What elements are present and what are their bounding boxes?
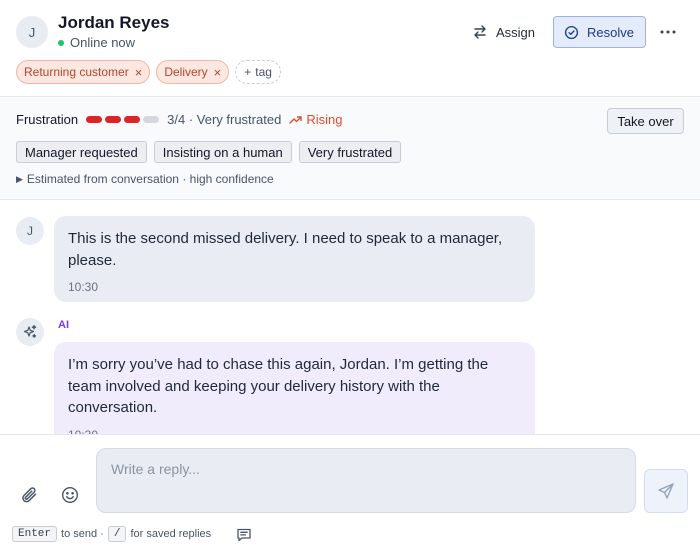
contact-avatar: J [16,16,48,48]
reply-composer: Enter to send · / for saved replies [0,434,700,560]
meter-segment [143,116,160,123]
disclosure-triangle-icon: ▶ [16,173,23,184]
message-time: 10:30 [68,280,99,294]
signal-chip: Manager requested [16,141,147,163]
online-indicator [58,39,64,46]
reply-input[interactable] [96,448,636,513]
estimate-text: Estimated from conversation · high confi… [26,172,274,186]
take-over-button[interactable]: Take over [607,108,684,134]
tag-returning-customer: Returning customer × [16,60,151,84]
swap-arrows-icon [474,25,486,39]
frustration-signals: Manager requested Insisting on a human V… [16,141,402,163]
send-icon [658,483,674,499]
check-circle-icon [564,25,579,39]
message-text: I’m sorry you’ve had to chase this again… [68,356,489,416]
saved-replies-hint-text: for saved replies [130,528,212,540]
assign-label: Assign [496,24,536,40]
remove-tag-icon[interactable]: × [135,66,143,79]
signal-chip: Insisting on a human [153,141,292,163]
emoji-icon[interactable] [60,485,80,505]
tag-label: Returning customer [24,65,129,79]
sparkles-icon [23,324,37,338]
plus-icon: + [244,65,252,79]
ai-sender-label: AI [58,319,69,331]
tag-label: Delivery [164,65,208,79]
frustration-meter [86,116,160,123]
add-tag-button[interactable]: + tag [235,60,281,84]
keyboard-hint: Enter to send · / for saved replies [12,526,211,542]
slash-key: / [107,526,127,542]
message-text: This is the second missed delivery. I ne… [68,230,503,269]
message-time: 10:30 [68,425,521,435]
assign-button[interactable]: Assign [466,18,541,46]
send-hint-text: to send · [61,528,104,540]
frustration-level: 3/4 · Very frustrated [167,112,282,127]
paperclip-icon[interactable] [20,485,40,505]
user-message-bubble: This is the second missed delivery. I ne… [54,216,535,302]
conversation-header: J Jordan Reyes Online now Assign Resolve… [0,0,700,97]
estimate-disclosure[interactable]: ▶ Estimated from conversation · high con… [16,172,274,186]
frustration-trend: Rising [289,112,342,127]
status-text: Online now [70,35,136,50]
meter-segment [124,116,141,123]
user-avatar: J [16,217,44,245]
more-options-button[interactable] [656,22,680,42]
add-tag-label: tag [255,65,272,79]
message-thread[interactable]: J This is the second missed delivery. I … [0,200,700,434]
saved-replies-icon[interactable] [236,527,252,543]
meter-segment [86,116,103,123]
send-button[interactable] [644,469,688,513]
meter-segment [105,116,122,123]
tag-list: Returning customer × Delivery × + tag [16,60,281,84]
contact-name: Jordan Reyes [58,13,170,32]
enter-key: Enter [12,526,58,542]
signal-chip: Very frustrated [298,141,402,163]
remove-tag-icon[interactable]: × [214,66,222,79]
resolve-button[interactable]: Resolve [553,16,646,48]
frustration-label: Frustration [16,112,79,127]
trending-up-icon [289,115,303,124]
tag-delivery: Delivery × [156,60,230,84]
ai-avatar [16,318,44,346]
ai-message-bubble: I’m sorry you’ve had to chase this again… [54,342,535,434]
contact-status: Online now [58,35,135,50]
frustration-panel: Frustration 3/4 · Very frustrated Rising… [0,97,700,200]
frustration-summary: Frustration 3/4 · Very frustrated Rising [16,112,342,127]
resolve-label: Resolve [587,24,634,40]
trend-label: Rising [306,112,343,127]
more-horizontal-icon [660,30,676,34]
